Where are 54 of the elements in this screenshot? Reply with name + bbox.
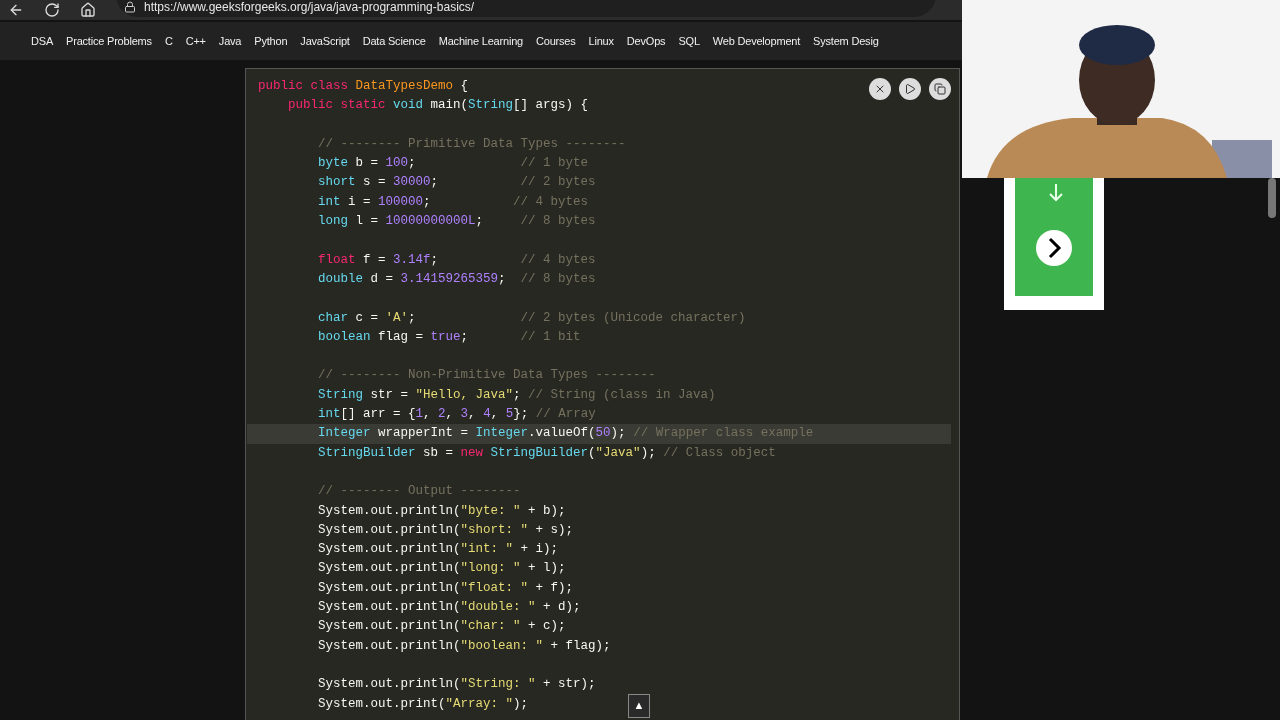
nav-link[interactable]: Courses xyxy=(535,32,576,50)
lock-icon xyxy=(124,1,136,13)
nav-link[interactable]: Data Science xyxy=(362,32,426,50)
nav-link[interactable]: System Desig xyxy=(813,32,879,50)
nav-link[interactable]: Python xyxy=(254,32,288,50)
nav-link[interactable]: C xyxy=(164,32,173,50)
code-line: // -------- Output -------- xyxy=(317,483,521,501)
nav-link[interactable]: DevOps xyxy=(626,32,666,50)
nav-link[interactable]: Practice Problems xyxy=(66,32,152,50)
code-line: String str = "Hello, Java"; // String (class in Java) xyxy=(317,386,716,404)
address-bar[interactable]: https://www.geeksforgeeks.org/java/java-programming-basics/ xyxy=(116,0,936,17)
code-line: System.out.println("int: " + i); xyxy=(317,541,559,559)
code-line: double d = 3.14159265359; // 8 bytes xyxy=(317,270,596,288)
nav-link[interactable]: Machine Learning xyxy=(438,32,523,50)
code-line: short s = 30000; // 2 bytes xyxy=(317,174,596,192)
code-line: // -------- Primitive Data Types -------- xyxy=(317,135,626,153)
play-icon xyxy=(904,83,916,95)
nav-link[interactable]: JavaScript xyxy=(300,32,350,50)
copy-icon xyxy=(934,83,946,95)
code-line: public class DataTypesDemo { xyxy=(258,78,469,95)
code-line: System.out.println("byte: " + b); xyxy=(317,502,566,520)
code-line: System.out.println("boolean: " + flag); xyxy=(317,637,611,655)
code-line: byte b = 100; // 1 byte xyxy=(317,155,589,173)
code-line: System.out.println("short: " + s); xyxy=(317,521,574,539)
close-button[interactable] xyxy=(869,78,891,100)
nav-link[interactable]: C++ xyxy=(185,32,206,50)
nav-link[interactable]: Web Development xyxy=(712,32,801,50)
code-line: public static void main(String[] args) { xyxy=(287,97,589,115)
run-button[interactable] xyxy=(899,78,921,100)
close-icon xyxy=(874,83,886,95)
back-icon[interactable] xyxy=(8,2,24,18)
nav-link[interactable]: DSA xyxy=(31,32,54,50)
code-line: StringBuilder sb = new StringBuilder("Java"); // Class object xyxy=(317,444,776,462)
code-line: System.out.print("Array: "); xyxy=(317,695,529,713)
scroll-top-button[interactable]: ▲ xyxy=(628,694,650,718)
code-line: boolean flag = true; // 1 bit xyxy=(317,328,581,346)
nav-link[interactable]: Java xyxy=(218,32,242,50)
nav-link[interactable]: Linux xyxy=(588,32,614,50)
reload-icon[interactable] xyxy=(44,2,60,18)
code-line: // -------- Non-Primitive Data Types -------- xyxy=(317,367,656,385)
home-icon[interactable] xyxy=(80,2,96,18)
code-line: long l = 10000000000L; // 8 bytes xyxy=(317,213,596,231)
copy-button[interactable] xyxy=(929,78,951,100)
nav-link[interactable]: SQL xyxy=(678,32,700,50)
code-line: int i = 100000; // 4 bytes xyxy=(317,193,589,211)
code-line: int[] arr = {1, 2, 3, 4, 5}; // Array xyxy=(317,406,596,424)
code-line: char c = 'A'; // 2 bytes (Unicode character) xyxy=(317,309,746,327)
code-line: System.out.println("String: " + str); xyxy=(317,676,596,694)
code-line: System.out.println("double: " + d); xyxy=(317,599,581,616)
code-line: float f = 3.14f; // 4 bytes xyxy=(317,251,596,269)
code-line: System.out.println("char: " + c); xyxy=(317,618,566,636)
code-line: System.out.println("long: " + l); xyxy=(317,560,566,578)
code-line: System.out.println("float: " + f); xyxy=(317,579,574,597)
scrollbar[interactable] xyxy=(1268,178,1276,218)
